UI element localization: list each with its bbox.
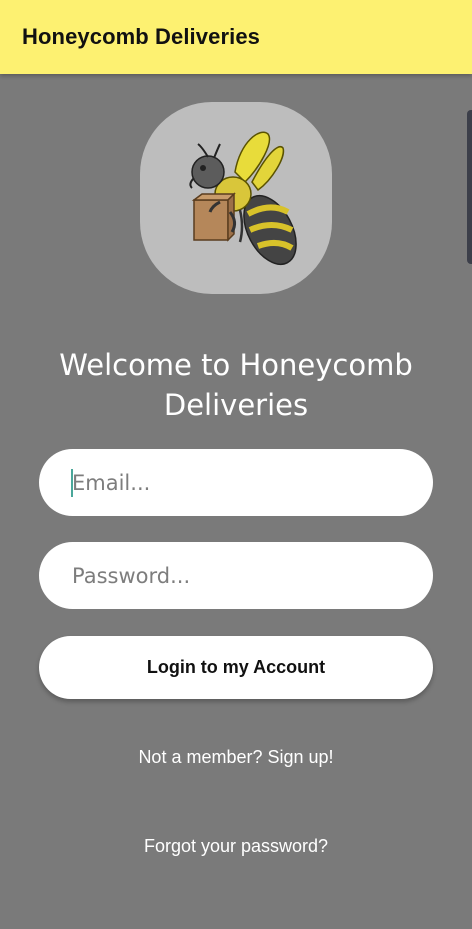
- email-field[interactable]: [39, 449, 433, 516]
- app-bar: Honeycomb Deliveries: [0, 0, 472, 74]
- forgot-password-link[interactable]: Forgot your password?: [0, 836, 472, 857]
- login-screen: Honeycomb Deliveries Welcome to Honeycom…: [0, 0, 472, 929]
- scroll-indicator[interactable]: [467, 110, 472, 264]
- password-field[interactable]: [39, 542, 433, 609]
- welcome-line-1: Welcome to Honeycomb: [59, 348, 413, 382]
- welcome-line-2: Deliveries: [163, 388, 309, 422]
- bee-carrying-box-icon: [189, 131, 297, 266]
- email-input[interactable]: [72, 449, 412, 516]
- login-button[interactable]: Login to my Account: [39, 636, 433, 699]
- signup-link[interactable]: Not a member? Sign up!: [0, 747, 472, 768]
- text-cursor: [71, 469, 73, 497]
- app-title: Honeycomb Deliveries: [22, 24, 260, 49]
- welcome-heading: Welcome to Honeycomb Deliveries: [0, 345, 472, 425]
- app-logo: [140, 102, 332, 294]
- password-input[interactable]: [72, 542, 412, 609]
